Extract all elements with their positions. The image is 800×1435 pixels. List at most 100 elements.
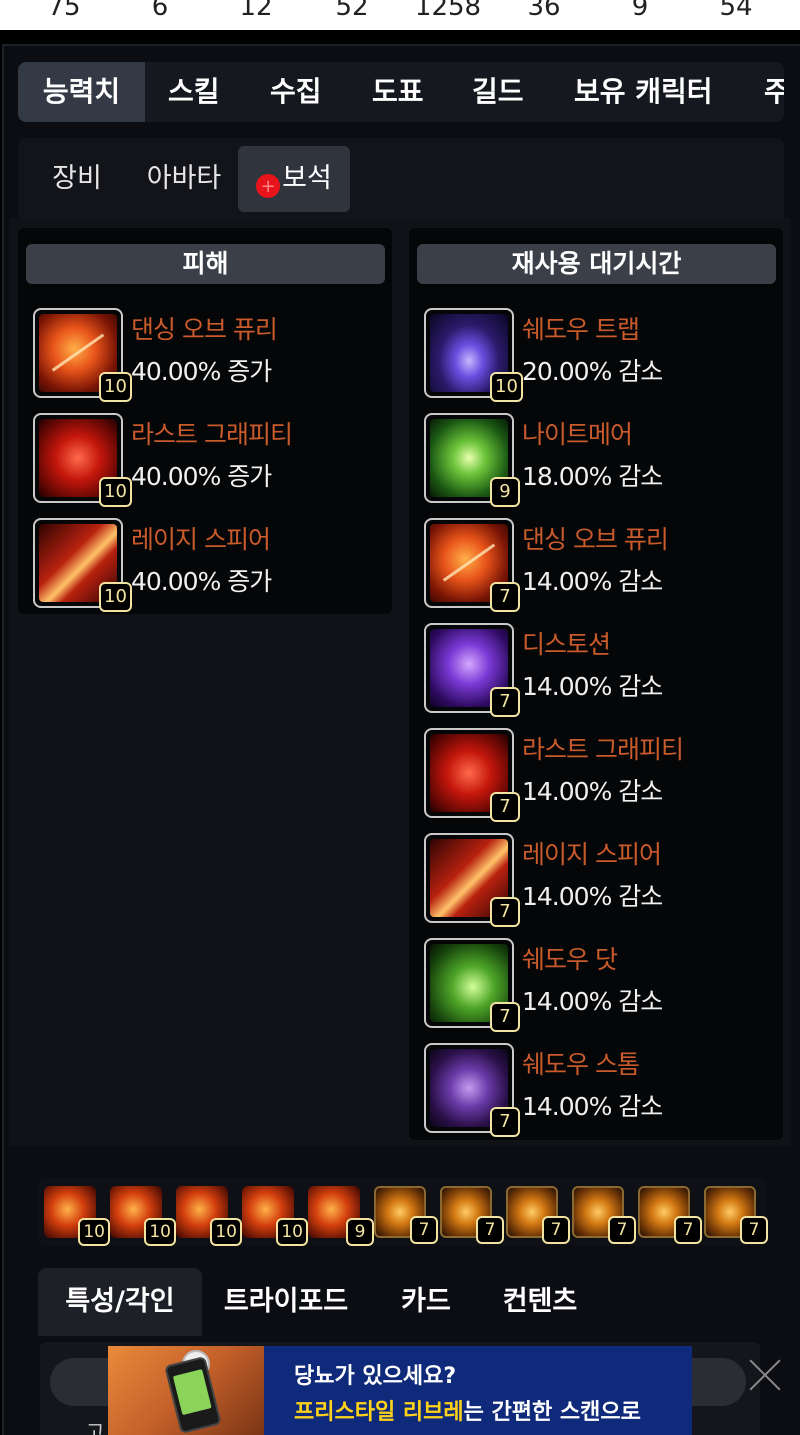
tab-equipment[interactable]: 장비 (32, 146, 122, 212)
damage-header: 피해 (26, 244, 385, 284)
tab-guild[interactable]: 길드 (472, 62, 524, 122)
damage-gem-icon[interactable]: 10 (44, 1186, 110, 1246)
tab-contents[interactable]: 컨텐츠 (484, 1268, 596, 1336)
damage-section: 피해 10 댄싱 오브 퓨리 40.00% 증가 10 라스트 그래피티 40.… (18, 228, 392, 614)
skill-name: 라스트 그래피티 (522, 735, 684, 764)
top-stat-value: 6 (151, 0, 169, 22)
gem-level-badge: 10 (144, 1218, 176, 1246)
cooldown-section: 재사용 대기시간 10 쉐도우 트랩 20.00% 감소 9 나이트메어 18.… (409, 228, 783, 1140)
gem-row[interactable]: 10 라스트 그래피티 40.00% 증가 (33, 413, 383, 513)
cooldown-gem-icon[interactable]: 10 (242, 1186, 308, 1246)
gem-effect: 18.00% 감소 (522, 462, 663, 491)
cooldown-gem-icon[interactable]: 7 (704, 1186, 768, 1244)
gem-level-badge: 7 (410, 1216, 438, 1244)
gem-level-badge: 7 (490, 582, 520, 612)
damage-gem-icon[interactable]: 10 (110, 1186, 176, 1246)
ad-subline: 프리스타일 리브레는 간편한 스캔으로 (294, 1394, 641, 1426)
gem-row[interactable]: 9 나이트메어 18.00% 감소 (424, 413, 774, 513)
ad-photo (108, 1346, 264, 1435)
gem-effect: 20.00% 감소 (522, 357, 663, 386)
cooldown-gem-icon[interactable]: 7 (572, 1186, 636, 1244)
gem-level-badge: 10 (210, 1218, 242, 1246)
tab-insignia[interactable]: 도표 (372, 62, 424, 122)
tab-stats[interactable]: 능력치 (18, 62, 145, 122)
top-stat-value: 75 (47, 0, 81, 22)
equipped-gem-strip: 10 10 10 10 9 7 7 7 7 7 7 (38, 1178, 768, 1246)
gem-level-badge: 10 (78, 1218, 110, 1246)
hidden-text-stub: 고 (86, 1420, 105, 1435)
top-stats-strip: 75 6 12 52 1258 36 9 54 (0, 0, 800, 30)
gem-effect: 40.00% 증가 (131, 462, 272, 491)
cooldown-gem-icon[interactable]: 7 (506, 1186, 570, 1244)
gem-level-badge: 9 (490, 477, 520, 507)
sub-tab-bar: 장비 아바타 보석 (18, 138, 784, 220)
gem-effect: 14.00% 감소 (522, 672, 663, 701)
top-stat-value: 9 (631, 0, 649, 22)
gem-level-badge: 7 (490, 897, 520, 927)
skill-name: 댄싱 오브 퓨리 (522, 525, 669, 554)
gem-level-badge: 7 (490, 1107, 520, 1137)
top-stat-value: 36 (527, 0, 561, 22)
skill-name: 레이지 스피어 (522, 840, 662, 869)
gem-row[interactable]: 7 라스트 그래피티 14.00% 감소 (424, 728, 774, 828)
gem-level-badge: 10 (99, 582, 132, 612)
tab-cards[interactable]: 카드 (378, 1268, 474, 1336)
tab-more[interactable]: 주 (764, 62, 784, 122)
cooldown-header: 재사용 대기시간 (417, 244, 776, 284)
skill-name: 쉐도우 스톰 (522, 1050, 640, 1079)
gem-level-badge: 7 (608, 1216, 636, 1244)
close-ad-icon[interactable] (748, 1358, 782, 1392)
cooldown-gem-icon[interactable]: 7 (440, 1186, 504, 1244)
tab-owned-characters[interactable]: 보유 캐릭터 (574, 62, 713, 122)
gem-row[interactable]: 7 댄싱 오브 퓨리 14.00% 감소 (424, 518, 774, 618)
tab-collection[interactable]: 수집 (270, 62, 322, 122)
damage-gem-icon[interactable]: 10 (176, 1186, 242, 1246)
cooldown-gem-icon[interactable]: 7 (374, 1186, 438, 1244)
gem-level-badge: 9 (346, 1218, 374, 1246)
ad-brand: 프리스타일 리브레 (294, 1400, 464, 1425)
gem-effect: 14.00% 감소 (522, 1092, 663, 1121)
tab-tripods[interactable]: 트라이포드 (208, 1268, 364, 1336)
gem-effect: 40.00% 증가 (131, 567, 272, 596)
tab-traits-engravings[interactable]: 특성/각인 (38, 1268, 202, 1336)
skill-name: 라스트 그래피티 (131, 420, 293, 449)
tab-skills[interactable]: 스킬 (168, 62, 220, 122)
tab-avatar[interactable]: 아바타 (128, 146, 240, 212)
gem-row[interactable]: 10 쉐도우 트랩 20.00% 감소 (424, 308, 774, 408)
gem-level-badge: 7 (490, 792, 520, 822)
gem-level-badge: 10 (490, 372, 523, 402)
cooldown-gem-icon[interactable]: 7 (638, 1186, 702, 1244)
gem-level-badge: 10 (99, 477, 132, 507)
gem-row[interactable]: 10 레이지 스피어 40.00% 증가 (33, 518, 383, 618)
gem-row[interactable]: 7 디스토션 14.00% 감소 (424, 623, 774, 723)
ad-headline: 당뇨가 있으세요? (294, 1364, 457, 1389)
gem-level-badge: 10 (276, 1218, 308, 1246)
gem-effect: 14.00% 감소 (522, 987, 663, 1016)
gem-level-badge: 7 (490, 687, 520, 717)
gem-effect: 14.00% 감소 (522, 882, 663, 911)
gem-level-badge: 7 (476, 1216, 504, 1244)
skill-name: 나이트메어 (522, 420, 633, 449)
smartphone-icon (164, 1355, 222, 1435)
cooldown-gem-icon[interactable]: 9 (308, 1186, 374, 1246)
new-notification-icon (256, 154, 281, 220)
gem-row[interactable]: 10 댄싱 오브 퓨리 40.00% 증가 (33, 308, 383, 408)
skill-name: 디스토션 (522, 630, 611, 659)
gem-row[interactable]: 7 쉐도우 닷 14.00% 감소 (424, 938, 774, 1038)
gem-row[interactable]: 7 레이지 스피어 14.00% 감소 (424, 833, 774, 933)
skill-name: 레이지 스피어 (131, 525, 271, 554)
skill-name: 쉐도우 트랩 (522, 315, 640, 344)
top-stat-value: 52 (335, 0, 369, 22)
gem-effect: 14.00% 감소 (522, 567, 663, 596)
gem-effect: 14.00% 감소 (522, 777, 663, 806)
main-tab-bar: 능력치 스킬 수집 도표 길드 보유 캐릭터 주 (18, 62, 784, 122)
ad-banner[interactable]: 당뇨가 있으세요? 프리스타일 리브레는 간편한 스캔으로 (108, 1346, 692, 1435)
top-stat-value: 54 (719, 0, 753, 22)
top-stat-value: 12 (239, 0, 273, 22)
tab-gems[interactable]: 보석 (238, 146, 350, 220)
gem-row[interactable]: 7 쉐도우 스톰 14.00% 감소 (424, 1043, 774, 1143)
gem-level-badge: 7 (674, 1216, 702, 1244)
gem-level-badge: 7 (740, 1216, 768, 1244)
gem-effect: 40.00% 증가 (131, 357, 272, 386)
ad-subline-rest: 는 간편한 스캔으로 (463, 1400, 641, 1425)
